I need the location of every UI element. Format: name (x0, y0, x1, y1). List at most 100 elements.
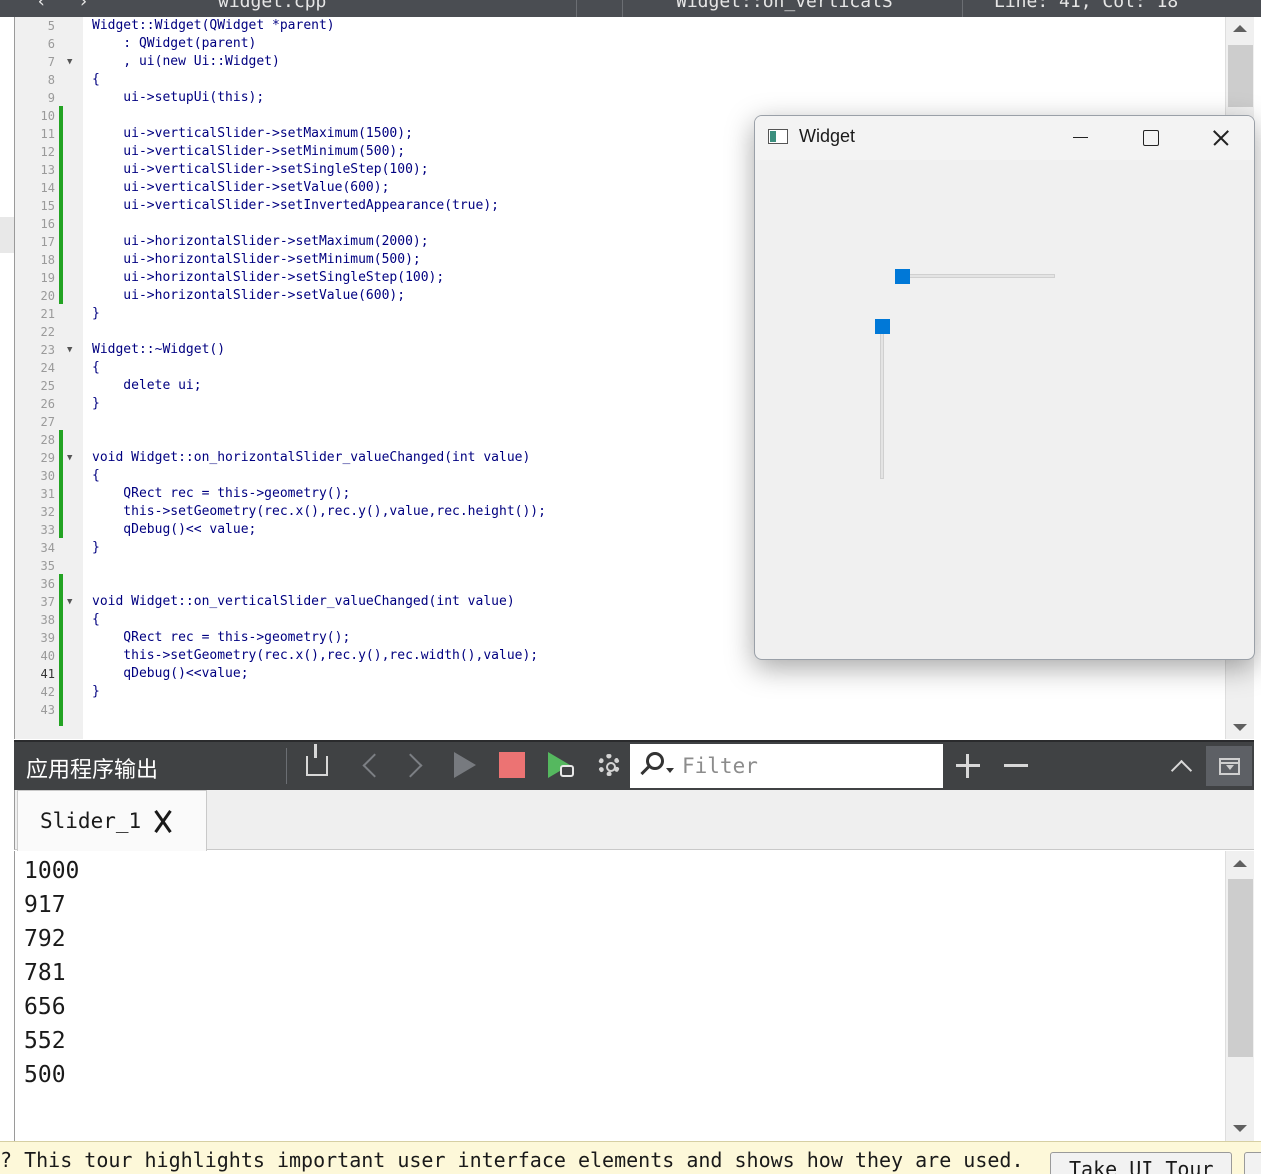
run-icon[interactable] (450, 748, 486, 784)
code-text: QRect rec = this->geometry(); (92, 630, 351, 645)
line-number: 12 (40, 145, 55, 159)
output-scrollbar[interactable] (1225, 851, 1254, 1141)
code-text: Widget::~Widget() (92, 342, 226, 357)
code-text: this->setGeometry(rec.x(),rec.y(),rec.wi… (92, 648, 539, 663)
output-line: 656 (24, 994, 66, 1020)
scrollbar-thumb[interactable] (1228, 45, 1253, 107)
code-text: delete ui; (92, 378, 202, 393)
code-line[interactable]: 5 Widget::Widget(QWidget *parent) (15, 17, 1225, 35)
line-number: 32 (40, 505, 55, 519)
line-number: 20 (40, 289, 55, 303)
filter-box[interactable] (630, 744, 943, 788)
maximize-icon[interactable] (1115, 116, 1185, 160)
filter-input[interactable] (682, 750, 932, 782)
close-icon[interactable] (1185, 116, 1254, 160)
settings-icon[interactable] (592, 748, 628, 784)
tour-banner-text: ? This tour highlights important user in… (0, 1148, 1024, 1172)
code-line[interactable]: 9 ui->setupUi(this); (15, 89, 1225, 107)
back-icon[interactable]: ‹ (36, 0, 47, 12)
scroll-up-icon[interactable] (1233, 25, 1247, 32)
output-line: 781 (24, 960, 66, 986)
code-line[interactable]: 8{ (15, 71, 1225, 89)
file-selector[interactable]: widget.cpp (218, 0, 326, 12)
code-line[interactable]: 41 qDebug()<<value; (15, 665, 1225, 683)
line-number: 10 (40, 109, 55, 123)
next-icon[interactable] (400, 748, 430, 784)
code-text: this->setGeometry(rec.x(),rec.y(),value,… (92, 504, 546, 519)
window-titlebar[interactable]: Widget (755, 116, 1254, 160)
line-number: 8 (47, 73, 55, 87)
line-number: 37 (40, 595, 55, 609)
code-text: { (92, 612, 100, 627)
output-tab-bar: Slider_1 (14, 790, 1254, 851)
line-number: 5 (47, 19, 55, 33)
vertical-slider[interactable] (880, 331, 884, 479)
scroll-down-icon[interactable] (1233, 724, 1247, 731)
output-tab[interactable]: Slider_1 (17, 790, 207, 851)
code-line[interactable]: 7 ▼ , ui(new Ui::Widget) (15, 53, 1225, 71)
code-text: { (92, 72, 100, 87)
previous-icon[interactable] (354, 748, 384, 784)
code-text: : QWidget(parent) (92, 36, 257, 51)
line-number: 24 (40, 361, 55, 375)
line-number: 22 (40, 325, 55, 339)
code-line[interactable]: 42} (15, 683, 1225, 701)
collapse-icon[interactable] (1162, 748, 1198, 784)
line-number: 11 (40, 127, 55, 141)
window-title: Widget (799, 126, 856, 146)
line-number: 6 (47, 37, 55, 51)
zoom-out-icon[interactable] (998, 748, 1034, 784)
fold-arrow-icon[interactable]: ▼ (67, 449, 72, 467)
line-number: 14 (40, 181, 55, 195)
app-icon (768, 129, 788, 144)
fold-arrow-icon[interactable]: ▼ (67, 593, 72, 611)
code-text: ui->verticalSlider->setMinimum(500); (92, 144, 406, 159)
code-text: ui->horizontalSlider->setValue(600); (92, 288, 406, 303)
zoom-in-icon[interactable] (950, 748, 986, 784)
vertical-slider-handle[interactable] (875, 319, 890, 334)
output-line: 552 (24, 1028, 66, 1054)
editor-toolbar: ‹ › widget.cpp Widget::on_verticalS Line… (0, 0, 1261, 17)
cursor-position: Line: 41, Col: 18 (994, 0, 1179, 12)
code-line[interactable]: 6 : QWidget(parent) (15, 35, 1225, 53)
fold-arrow-icon[interactable]: ▼ (67, 341, 72, 359)
line-number: 9 (47, 91, 55, 105)
search-icon[interactable] (646, 752, 664, 770)
code-text: ui->verticalSlider->setInvertedAppearanc… (92, 198, 499, 213)
close-pane-icon[interactable] (1206, 746, 1252, 786)
forward-icon[interactable]: › (78, 0, 89, 12)
chevron-down-icon[interactable] (666, 768, 674, 773)
scroll-down-icon[interactable] (1233, 1125, 1247, 1132)
fold-arrow-icon[interactable]: ▼ (67, 53, 72, 71)
close-tab-icon[interactable] (150, 809, 176, 833)
horizontal-slider[interactable] (903, 274, 1055, 278)
output-line: 917 (24, 892, 66, 918)
code-text: { (92, 468, 100, 483)
line-number: 27 (40, 415, 55, 429)
code-text: qDebug()<< value; (92, 522, 257, 537)
code-line[interactable]: 43 (15, 701, 1225, 719)
line-number: 41 (40, 667, 55, 681)
function-selector[interactable]: Widget::on_verticalS (676, 0, 893, 12)
rerun-icon[interactable] (544, 748, 580, 784)
application-output[interactable]: 1000 917 792 781 656 552 500 (14, 851, 1254, 1141)
minimize-icon[interactable] (1045, 116, 1115, 160)
code-text: ui->horizontalSlider->setMaximum(2000); (92, 234, 429, 249)
line-number: 30 (40, 469, 55, 483)
code-text: , ui(new Ui::Widget) (92, 54, 280, 69)
stop-icon[interactable] (496, 748, 532, 784)
dismiss-tour-button[interactable] (1244, 1152, 1261, 1174)
clear-output-icon[interactable] (302, 744, 338, 784)
scroll-up-icon[interactable] (1233, 860, 1247, 867)
line-number: 15 (40, 199, 55, 213)
take-ui-tour-button[interactable]: Take UI Tour (1050, 1152, 1232, 1174)
code-text: ui->verticalSlider->setValue(600); (92, 180, 390, 195)
code-text: } (92, 396, 100, 411)
horizontal-slider-handle[interactable] (895, 269, 910, 284)
line-number: 25 (40, 379, 55, 393)
margin-marker (0, 217, 14, 253)
line-number: 18 (40, 253, 55, 267)
scrollbar-thumb[interactable] (1228, 879, 1253, 1057)
toolbar-divider (286, 748, 287, 784)
line-number: 19 (40, 271, 55, 285)
